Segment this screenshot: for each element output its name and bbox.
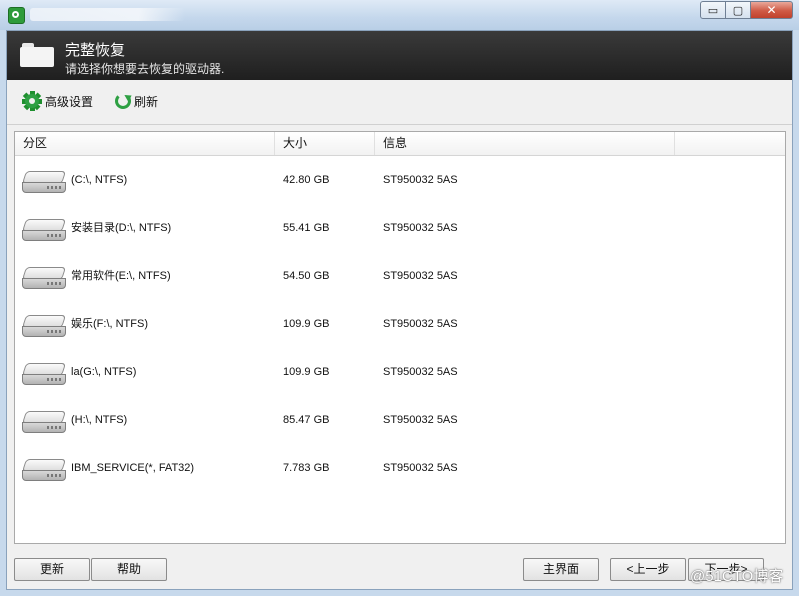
hard-drive-icon	[21, 171, 68, 195]
gear-icon	[17, 86, 47, 116]
hard-drive-icon	[21, 459, 68, 483]
list-item[interactable]: (H:\, NTFS) 85.47 GB ST950032 5AS	[15, 405, 785, 435]
app-icon	[8, 7, 25, 24]
partition-name: (H:\, NTFS)	[71, 414, 128, 426]
partition-name: 常用软件(E:\, NTFS)	[71, 270, 171, 282]
refresh-button[interactable]: 刷新	[115, 91, 158, 111]
previous-step-button[interactable]: <上一步	[610, 558, 686, 581]
partition-info: ST950032 5AS	[383, 366, 458, 378]
partition-info: ST950032 5AS	[383, 222, 458, 234]
refresh-label: 刷新	[134, 94, 159, 109]
window-controls: ▭ ▢ ✕	[700, 1, 793, 19]
close-icon: ✕	[766, 3, 777, 17]
partition-info: ST950032 5AS	[383, 270, 458, 282]
partition-list[interactable]: 分区 大小 信息 (C:\, NTFS) 42.80 GB ST950032 5…	[14, 131, 786, 544]
hard-drive-icon	[21, 219, 68, 243]
main-screen-button[interactable]: 主界面	[523, 558, 599, 581]
list-header: 分区 大小 信息	[15, 132, 785, 156]
page-subtitle: 请选择你想要去恢复的驱动器.	[65, 62, 225, 76]
partition-info: ST950032 5AS	[383, 174, 458, 186]
app-frame: 完整恢复 请选择你想要去恢复的驱动器. 高级设置 刷新 分区 大小 信息 (C:…	[6, 30, 793, 590]
advanced-settings-label: 高级设置	[45, 94, 94, 109]
partition-size: 7.783 GB	[283, 462, 330, 474]
list-item[interactable]: IBM_SERVICE(*, FAT32) 7.783 GB ST950032 …	[15, 453, 785, 483]
hard-drive-icon	[21, 315, 68, 339]
minimize-icon: ▭	[707, 4, 719, 17]
close-button[interactable]: ✕	[750, 1, 793, 19]
partition-size: 55.41 GB	[283, 222, 330, 234]
hard-drive-icon	[21, 267, 68, 291]
partition-name: 娱乐(F:\, NTFS)	[71, 318, 148, 330]
watermark: @51CTO博客	[690, 568, 784, 585]
maximize-icon: ▢	[732, 4, 744, 17]
column-header-size[interactable]: 大小	[275, 132, 375, 155]
partition-size: 54.50 GB	[283, 270, 330, 282]
wizard-header: 完整恢复 请选择你想要去恢复的驱动器.	[7, 31, 792, 80]
partition-size: 109.9 GB	[283, 318, 330, 330]
partition-name: 安装目录(D:\, NTFS)	[71, 222, 172, 234]
page-title: 完整恢复	[65, 42, 126, 59]
partition-size: 109.9 GB	[283, 366, 330, 378]
list-item[interactable]: la(G:\, NTFS) 109.9 GB ST950032 5AS	[15, 357, 785, 387]
column-header-info[interactable]: 信息	[375, 132, 675, 155]
toolbar: 高级设置 刷新	[7, 80, 792, 125]
list-item[interactable]: 安装目录(D:\, NTFS) 55.41 GB ST950032 5AS	[15, 213, 785, 243]
title-bar: ▭ ▢ ✕	[0, 0, 799, 30]
maximize-button[interactable]: ▢	[725, 1, 751, 19]
refresh-icon	[115, 93, 131, 109]
partition-info: ST950032 5AS	[383, 462, 458, 474]
advanced-settings-button[interactable]: 高级设置	[17, 86, 94, 116]
partition-size: 42.80 GB	[283, 174, 330, 186]
window-title-blurred	[30, 8, 185, 21]
partition-name: la(G:\, NTFS)	[71, 366, 137, 378]
folder-icon	[20, 43, 54, 67]
partition-info: ST950032 5AS	[383, 318, 458, 330]
partition-name: IBM_SERVICE(*, FAT32)	[71, 462, 195, 474]
partition-size: 85.47 GB	[283, 414, 330, 426]
list-item[interactable]: 常用软件(E:\, NTFS) 54.50 GB ST950032 5AS	[15, 261, 785, 291]
list-item[interactable]: (C:\, NTFS) 42.80 GB ST950032 5AS	[15, 165, 785, 195]
hard-drive-icon	[21, 411, 68, 435]
help-button[interactable]: 帮助	[91, 558, 167, 581]
partition-name: (C:\, NTFS)	[71, 174, 128, 186]
partition-info: ST950032 5AS	[383, 414, 458, 426]
update-button[interactable]: 更新	[14, 558, 90, 581]
minimize-button[interactable]: ▭	[700, 1, 726, 19]
list-item[interactable]: 娱乐(F:\, NTFS) 109.9 GB ST950032 5AS	[15, 309, 785, 339]
hard-drive-icon	[21, 363, 68, 387]
column-header-partition[interactable]: 分区	[15, 132, 275, 155]
